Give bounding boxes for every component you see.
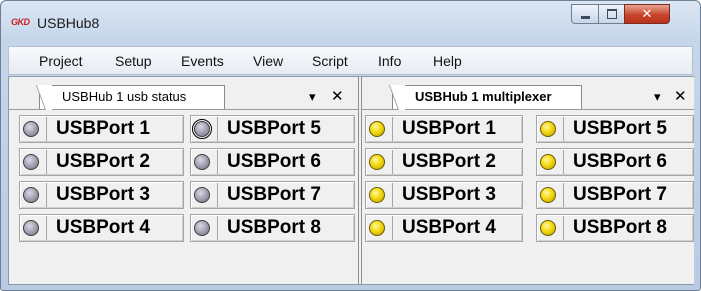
tab-multiplexer[interactable]: USBHub 1 multiplexer [383,85,582,110]
window-title: USBHub8 [37,15,100,31]
close-button[interactable]: ✕ [624,4,670,24]
status-led-icon[interactable] [369,187,385,203]
usb-port-1[interactable]: USBPort 1 [365,115,523,143]
status-led-icon[interactable] [23,154,39,170]
port-label: USBPort 3 [392,183,522,207]
port-label: USBPort 7 [217,183,354,207]
tab-strip: USBHub 1 usb status ▾ ✕ [9,77,358,110]
status-led-icon[interactable] [540,220,556,236]
status-led-icon[interactable] [23,121,39,137]
usb-port-6[interactable]: USBPort 6 [536,148,694,176]
status-led-icon[interactable] [192,119,212,139]
usb-port-4[interactable]: USBPort 4 [19,214,184,242]
menu-setup[interactable]: Setup [115,53,152,69]
port-label: USBPort 3 [46,183,183,207]
status-led-icon[interactable] [369,220,385,236]
usb-port-7[interactable]: USBPort 7 [190,181,355,209]
usb-port-1[interactable]: USBPort 1 [19,115,184,143]
status-led-icon[interactable] [194,154,210,170]
usb-port-7[interactable]: USBPort 7 [536,181,694,209]
menu-events[interactable]: Events [181,53,224,69]
minimize-icon [580,15,590,19]
menu-help[interactable]: Help [433,53,462,69]
usb-port-4[interactable]: USBPort 4 [365,214,523,242]
app-window: GKD USBHub8 ✕ Project Setup Events View … [0,0,701,291]
close-icon: ✕ [641,6,653,22]
status-led-icon[interactable] [540,154,556,170]
menu-info[interactable]: Info [378,53,401,69]
app-logo-icon: GKD [11,17,30,27]
port-label: USBPort 4 [392,216,522,240]
usb-port-3[interactable]: USBPort 3 [365,181,523,209]
maximize-button[interactable] [598,4,625,24]
usb-port-8[interactable]: USBPort 8 [190,214,355,242]
port-label: USBPort 7 [563,183,693,207]
status-led-icon[interactable] [194,220,210,236]
menu-project[interactable]: Project [39,53,83,69]
status-led-icon[interactable] [540,121,556,137]
port-label: USBPort 2 [392,150,522,174]
port-label: USBPort 5 [563,117,693,141]
close-tab-icon[interactable]: ✕ [674,87,687,105]
usb-port-5[interactable]: USBPort 5 [190,115,355,143]
port-label: USBPort 1 [392,117,522,141]
usb-status-panel: USBHub 1 usb status ▾ ✕ USBPort 1 USBPort… [9,77,359,284]
usb-port-3[interactable]: USBPort 3 [19,181,184,209]
status-led-icon[interactable] [540,187,556,203]
tab-strip: USBHub 1 multiplexer ▾ ✕ [362,77,694,110]
client-area: USBHub 1 usb status ▾ ✕ USBPort 1 USBPort… [8,76,694,285]
status-led-icon[interactable] [23,220,39,236]
port-label: USBPort 6 [563,150,693,174]
status-led-icon[interactable] [194,187,210,203]
usb-port-2[interactable]: USBPort 2 [365,148,523,176]
port-label: USBPort 8 [563,216,693,240]
chevron-down-icon[interactable]: ▾ [654,89,661,105]
multiplexer-panel: USBHub 1 multiplexer ▾ ✕ USBPort 1 USBPor… [361,77,694,284]
usb-port-8[interactable]: USBPort 8 [536,214,694,242]
menu-script[interactable]: Script [312,53,348,69]
usb-port-6[interactable]: USBPort 6 [190,148,355,176]
port-label: USBPort 4 [46,216,183,240]
port-label: USBPort 2 [46,150,183,174]
chevron-down-icon[interactable]: ▾ [309,89,316,105]
port-label: USBPort 5 [217,117,354,141]
menu-view[interactable]: View [253,53,283,69]
tab-usb-status[interactable]: USBHub 1 usb status [30,85,225,110]
port-label: USBPort 8 [217,216,354,240]
status-led-icon[interactable] [369,154,385,170]
status-led-icon[interactable] [369,121,385,137]
minimize-button[interactable] [571,4,599,24]
maximize-icon [606,9,617,19]
title-bar[interactable]: GKD USBHub8 ✕ [1,1,700,43]
port-label: USBPort 1 [46,117,183,141]
status-led-icon[interactable] [23,187,39,203]
usb-port-5[interactable]: USBPort 5 [536,115,694,143]
menu-bar: Project Setup Events View Script Info He… [8,46,693,75]
port-label: USBPort 6 [217,150,354,174]
usb-port-2[interactable]: USBPort 2 [19,148,184,176]
close-tab-icon[interactable]: ✕ [331,87,344,105]
